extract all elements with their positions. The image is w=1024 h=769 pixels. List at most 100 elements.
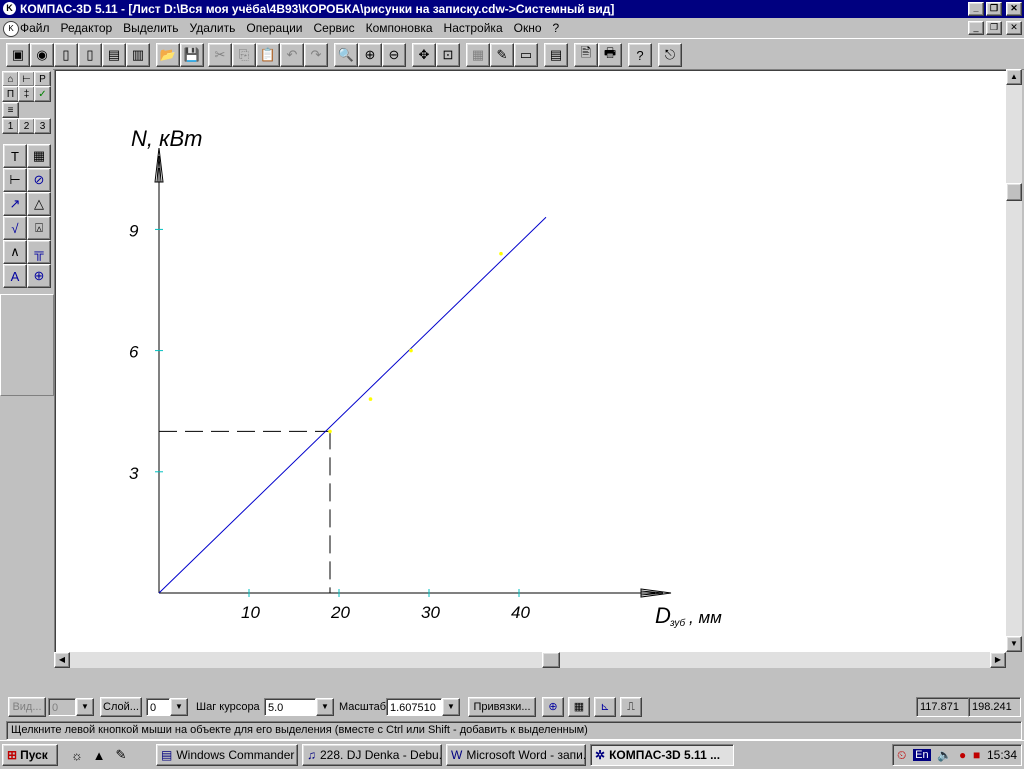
menu-item[interactable]: Файл	[20, 21, 50, 35]
horizontal-scrollbar[interactable]: ◀ ▶	[54, 652, 1006, 668]
menu-item[interactable]: Выделить	[123, 21, 178, 35]
view-icon[interactable]: ▭	[514, 43, 538, 67]
new-sheet-icon[interactable]: ▯	[54, 43, 78, 67]
taskbar-button[interactable]: ✲ КОМПАС-3D 5.11 ...	[590, 744, 734, 766]
linear-dimension-icon[interactable]: ⊢	[3, 168, 27, 192]
minimize-button[interactable]: _	[968, 2, 984, 16]
cursor-step-dropdown-arrow-icon[interactable]: ▼	[316, 698, 334, 716]
zoom-fit-icon[interactable]: ⊡	[436, 43, 460, 67]
taskbar-button[interactable]: ▤ Windows Commander ...	[156, 744, 298, 766]
panel-switch-param-icon[interactable]: П	[2, 86, 19, 102]
diameter-dimension-icon[interactable]: ⊘	[27, 168, 51, 192]
snaps-button[interactable]: Привязки...	[468, 697, 536, 717]
exit-icon[interactable]: ⎋	[658, 43, 682, 67]
title-bar[interactable]: K КОМПАС-3D 5.11 - [Лист D:\Вся моя учёб…	[0, 0, 1024, 18]
preview-icon[interactable]: ◉	[30, 43, 54, 67]
position-label-icon[interactable]: A	[3, 264, 27, 288]
network-icon[interactable]: ■	[973, 748, 980, 762]
menu-item[interactable]: Операции	[246, 21, 302, 35]
tolerance-icon[interactable]: ╦	[27, 240, 51, 264]
clock[interactable]: 15:34	[987, 748, 1017, 762]
launcher-icon[interactable]: ▲	[88, 744, 110, 766]
scroll-left-arrow-icon[interactable]: ◀	[54, 652, 70, 668]
layer-dropdown-arrow-icon[interactable]: ▼	[170, 698, 188, 716]
menu-item[interactable]: Компоновка	[366, 21, 433, 35]
menu-item[interactable]: Удалить	[190, 21, 236, 35]
new-fragment-icon[interactable]: ▯	[78, 43, 102, 67]
paste-icon[interactable]: 📋	[256, 43, 280, 67]
layers-icon[interactable]: ▦	[466, 43, 490, 67]
copy-icon[interactable]: ⎘	[232, 43, 256, 67]
doc-close-button[interactable]: ✕	[1006, 21, 1022, 35]
cut-icon[interactable]: ✂	[208, 43, 232, 67]
save-icon[interactable]: 💾	[180, 43, 204, 67]
menu-item[interactable]: Редактор	[61, 21, 113, 35]
tab-1[interactable]: 1	[2, 118, 19, 134]
desktop-app-icon[interactable]: ☼	[66, 744, 88, 766]
leader-tool-icon[interactable]: ↗	[3, 192, 27, 216]
center-mark-icon[interactable]: ⊕	[27, 264, 51, 288]
tab-3[interactable]: 3	[34, 118, 51, 134]
scroll-down-arrow-icon[interactable]: ▼	[1006, 636, 1022, 652]
menu-item[interactable]: ?	[553, 21, 560, 35]
layer-number-field[interactable]: 0	[146, 698, 170, 716]
panel-switch-select-icon[interactable]: ✓	[34, 86, 51, 102]
tab-2[interactable]: 2	[18, 118, 35, 134]
taskbar-button[interactable]: ♫ 228. DJ Denka - Debu...	[302, 744, 442, 766]
taskbar-button[interactable]: W Microsoft Word - запи...	[446, 744, 586, 766]
vertical-scroll-thumb[interactable]	[1006, 183, 1022, 201]
local-cs-icon[interactable]: ⊾	[594, 697, 616, 717]
base-mark-icon[interactable]: △	[27, 192, 51, 216]
cursor-step-field[interactable]: 5.0	[264, 698, 316, 716]
panel-switch-edit-icon[interactable]: Р	[34, 71, 51, 87]
horizontal-scroll-thumb[interactable]	[542, 652, 560, 668]
pen-tool-icon[interactable]: ✎	[110, 744, 132, 766]
volume-icon[interactable]: 🔈	[937, 748, 952, 762]
scroll-up-arrow-icon[interactable]: ▲	[1006, 69, 1022, 85]
scale-dropdown-arrow-icon[interactable]: ▼	[442, 698, 460, 716]
save-all-icon[interactable]: ▣	[6, 43, 30, 67]
print-preview-icon[interactable]: 🖹	[574, 43, 598, 67]
snap-toggle-icon[interactable]: ⊕	[542, 697, 564, 717]
calculator-icon[interactable]: ▤	[544, 43, 568, 67]
menu-item[interactable]: Сервис	[314, 21, 355, 35]
redo-icon[interactable]: ↷	[304, 43, 328, 67]
drawing-canvas[interactable]: 10 20 30 40 9 6 3 N, кВт Dзуб, мм	[54, 69, 1008, 654]
antivirus-icon[interactable]: ●	[959, 748, 966, 762]
view-arrow-icon[interactable]: ⍓	[27, 216, 51, 240]
menu-item[interactable]: Настройка	[444, 21, 503, 35]
panel-switch-geometry-icon[interactable]: ⌂	[2, 71, 19, 87]
vertical-scrollbar[interactable]: ▲ ▼	[1006, 69, 1022, 652]
roughness-icon[interactable]: √	[3, 216, 27, 240]
panel-switch-measure-icon[interactable]: ‡	[18, 86, 35, 102]
help-icon[interactable]: ?	[628, 43, 652, 67]
new-spec-icon[interactable]: ▥	[126, 43, 150, 67]
app-logo-icon[interactable]: K	[3, 2, 16, 15]
scheduler-icon[interactable]: ⏲	[897, 748, 906, 763]
view-button[interactable]: Вид...	[8, 697, 46, 717]
grid-toggle-icon[interactable]: ▦	[568, 697, 590, 717]
table-tool-icon[interactable]: ▦	[27, 144, 51, 168]
scale-field[interactable]: 1.607510	[386, 698, 442, 716]
start-button[interactable]: ⊞ Пуск	[2, 744, 58, 766]
language-indicator[interactable]: En	[913, 749, 931, 761]
document-system-menu-icon[interactable]: K	[3, 21, 19, 37]
zoom-in-icon[interactable]: ⊕	[358, 43, 382, 67]
properties-icon[interactable]: ✎	[490, 43, 514, 67]
ortho-mode-icon[interactable]: ⎍	[620, 697, 642, 717]
panel-switch-spec-icon[interactable]: ≡	[2, 102, 19, 118]
pan-icon[interactable]: ✥	[412, 43, 436, 67]
panel-switch-dimensions-icon[interactable]: ⊢	[18, 71, 35, 87]
zoom-out-icon[interactable]: ⊖	[382, 43, 406, 67]
scroll-right-arrow-icon[interactable]: ▶	[990, 652, 1006, 668]
cut-line-icon[interactable]: ∧	[3, 240, 27, 264]
close-button[interactable]: ✕	[1006, 2, 1022, 16]
text-tool-icon[interactable]: Т	[3, 144, 27, 168]
doc-restore-button[interactable]: ❐	[986, 21, 1002, 35]
view-number-field[interactable]: 0	[48, 698, 76, 716]
menu-item[interactable]: Окно	[514, 21, 542, 35]
zoom-icon[interactable]: 🔍	[334, 43, 358, 67]
print-icon[interactable]: 🖶	[598, 43, 622, 67]
layer-button[interactable]: Слой...	[100, 697, 142, 717]
open-icon[interactable]: 📂	[156, 43, 180, 67]
